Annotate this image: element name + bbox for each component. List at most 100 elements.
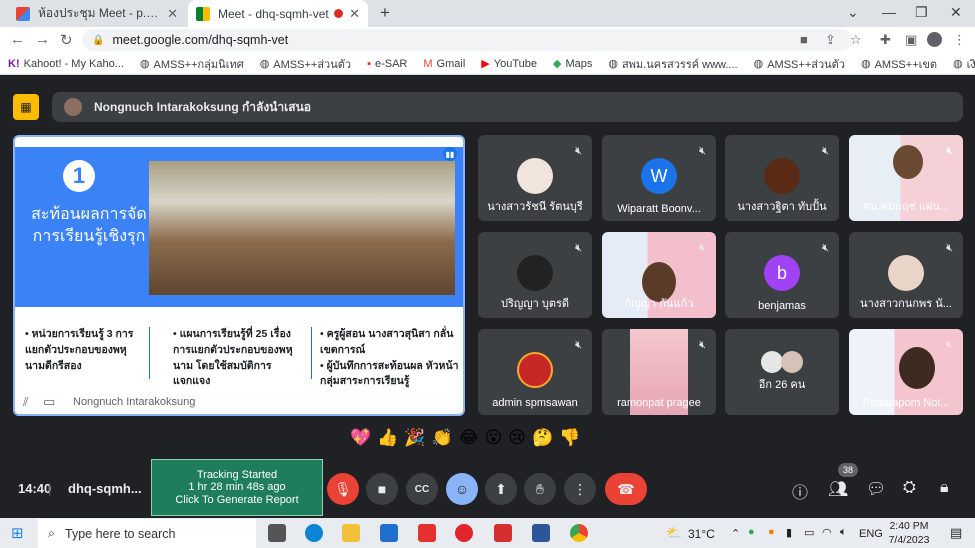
edge-icon[interactable] xyxy=(305,524,323,542)
screen-icon: ▭ xyxy=(43,394,56,409)
close-icon[interactable]: ✕ xyxy=(349,6,360,22)
participant-tile[interactable]: 🔇︎ Pattaraporn Noi... xyxy=(849,329,963,415)
star-icon[interactable]: ☆ xyxy=(850,32,862,48)
stage-name: Nongnuch Intarakoksung xyxy=(73,396,196,408)
back-icon[interactable]: ← xyxy=(10,31,25,48)
extensions-icon[interactable]: ✚ xyxy=(880,32,891,48)
wps-icon[interactable] xyxy=(418,524,436,542)
participant-tile[interactable]: 🔇︎ นางสาวรัชนี รัตนบุรี xyxy=(478,135,592,221)
language-indicator[interactable]: ENG xyxy=(859,528,883,540)
acrobat-icon[interactable] xyxy=(494,524,512,542)
reaction-clap[interactable]: 👏 xyxy=(432,428,453,448)
camera-toggle-button[interactable]: ■ xyxy=(366,473,398,505)
participant-tile[interactable]: 🔇︎ W Wiparatt Boonv... xyxy=(602,135,716,221)
reaction-thinking[interactable]: 🤔 xyxy=(532,428,553,448)
participant-tile[interactable]: 🔇︎ admin spmsawan xyxy=(478,329,592,415)
participant-tile-others[interactable]: อีก 26 คน xyxy=(725,329,839,415)
tab-gmail[interactable]: ห้องประชุม Meet - p.noigor@gmail.c ✕ xyxy=(8,0,186,27)
close-window-icon[interactable]: ✕ xyxy=(950,4,962,21)
participant-tile[interactable]: 🔇︎ นางสาวฐิตา ทับปั้น xyxy=(725,135,839,221)
profile-avatar[interactable] xyxy=(927,32,942,47)
participant-tile[interactable]: 🔇︎ ปริญญา บุตรดี xyxy=(478,232,592,318)
clock[interactable]: 2:40 PM 7/4/2023 xyxy=(884,520,934,547)
bookmark-item[interactable]: ◍ AMSS++เขต xyxy=(861,55,937,73)
mic-toggle-button[interactable]: 🎙︎ xyxy=(327,473,359,505)
participant-tile[interactable]: 🔇︎ ramonpat pragee xyxy=(602,329,716,415)
participant-name: นางสาวรัชนี รัตนบุรี xyxy=(487,201,583,213)
avatar: b xyxy=(764,255,800,291)
notifications-icon[interactable]: ▤ xyxy=(950,525,962,541)
reactions-button[interactable]: ☺ xyxy=(446,473,478,505)
chrome-icon[interactable] xyxy=(570,524,588,542)
tray-chevron-icon[interactable]: ⌃ xyxy=(731,527,740,540)
raise-hand-button[interactable]: ✋︎ xyxy=(524,473,556,505)
bookmark-item[interactable]: ◆ Maps xyxy=(553,57,592,71)
bookmark-item[interactable]: ▪ e-SAR xyxy=(367,58,407,70)
info-icon[interactable]: ⓘ xyxy=(792,479,808,503)
reaction-thumbs-up[interactable]: 👍 xyxy=(377,428,398,448)
minimize-icon[interactable]: — xyxy=(882,4,896,20)
bookmark-item[interactable]: M Gmail xyxy=(423,58,465,70)
close-icon[interactable]: ✕ xyxy=(167,6,178,22)
chevron-down-icon[interactable]: ⌄ xyxy=(847,4,859,21)
participant-tile[interactable]: 🔇︎ ศน.คมกฤช แผ่น... xyxy=(849,135,963,221)
address-bar[interactable]: 🔒 meet.google.com/dhq-sqmh-vet xyxy=(82,29,852,51)
file-explorer-icon[interactable] xyxy=(342,524,360,542)
opera-icon[interactable] xyxy=(455,524,473,542)
reaction-heart[interactable]: 💖 xyxy=(350,428,371,448)
windows-start-icon[interactable]: ⊞ xyxy=(11,524,24,542)
captions-button[interactable]: CC xyxy=(406,473,438,505)
reaction-laugh[interactable]: 😂 xyxy=(459,428,479,448)
taskbar-search[interactable]: ⌕ Type here to search xyxy=(38,519,256,548)
share-icon[interactable]: ⇪ xyxy=(825,32,836,48)
presentation-stage[interactable]: 1 สะท้อนผลการจัด การเรียนรู้เชิงรุก ▮▮ •… xyxy=(13,135,465,416)
emoji-icon: ☺ xyxy=(454,481,470,497)
forward-icon[interactable]: → xyxy=(35,31,50,48)
avatar xyxy=(888,255,924,291)
chat-icon[interactable]: 💬︎ xyxy=(866,479,886,499)
bookmark-item[interactable]: K! Kahoot! - My Kaho... xyxy=(8,58,124,70)
reaction-party[interactable]: 🎉 xyxy=(404,428,425,448)
participant-name: ศน.คมกฤช แผ่น... xyxy=(862,201,950,213)
volume-icon[interactable]: 🔈︎ xyxy=(840,526,847,539)
tray-app-icon[interactable]: ● xyxy=(768,526,775,538)
bookmark-item[interactable]: ▶ YouTube xyxy=(481,57,537,71)
sidepanel-icon[interactable]: ▣ xyxy=(905,32,917,48)
tab-meet[interactable]: Meet - dhq-sqmh-vet ✕ xyxy=(188,0,368,27)
reaction-sad[interactable]: 😢 xyxy=(508,428,526,448)
more-vert-icon: ⋮ xyxy=(573,480,587,497)
bookmark-item[interactable]: ◍ AMSS++ส่วนตัว xyxy=(260,55,351,73)
presenting-icon[interactable]: ▦ xyxy=(13,94,39,120)
new-tab-icon[interactable]: + xyxy=(380,3,390,23)
bookmark-item[interactable]: ◍ สพม.นครสวรรค์ www.... xyxy=(608,55,737,73)
mail-icon[interactable] xyxy=(380,524,398,542)
browser-toolbar: ← → ↻ 🔒 meet.google.com/dhq-sqmh-vet ■ ⇪… xyxy=(0,27,975,53)
classroom-photo xyxy=(149,161,455,295)
bookmark-item[interactable]: ◍ AMSS++กลุ่มนิเทศ xyxy=(140,55,244,73)
reaction-thumbs-down[interactable]: 👎 xyxy=(559,428,580,448)
tracking-report-button[interactable]: Tracking Started 1 hr 28 min 48s ago Cli… xyxy=(151,459,323,516)
bookmark-item[interactable]: ◍เงินเดือน xyxy=(953,55,975,73)
leave-call-button[interactable]: ☎︎ xyxy=(605,473,647,505)
battery-icon[interactable]: ▭ xyxy=(804,526,814,539)
word-icon[interactable] xyxy=(532,524,550,542)
menu-icon[interactable]: ⋮ xyxy=(953,32,966,48)
bookmark-item[interactable]: ◍ AMSS++ส่วนตัว xyxy=(754,55,845,73)
participant-tile[interactable]: 🔇︎ กัญญา กันแก้ว xyxy=(602,232,716,318)
wifi-icon[interactable]: ◠ xyxy=(822,526,832,539)
participant-tile[interactable]: 🔇︎ นางสาวกนกพร นั... xyxy=(849,232,963,318)
tray-app-icon[interactable]: ● xyxy=(748,526,755,538)
more-options-button[interactable]: ⋮ xyxy=(564,473,596,505)
reaction-surprised[interactable]: 😮 xyxy=(485,428,503,448)
usb-icon[interactable]: ▮ xyxy=(786,526,792,539)
participant-tile[interactable]: 🔇︎ b benjamas xyxy=(725,232,839,318)
activities-icon[interactable]: ⛭ xyxy=(903,479,916,497)
host-controls-icon[interactable]: 🔒︎ xyxy=(940,479,949,497)
task-view-icon[interactable] xyxy=(268,524,286,542)
people-icon[interactable]: 👥︎ xyxy=(828,479,848,499)
reload-icon[interactable]: ↻ xyxy=(60,31,73,49)
participant-name: ปริญญา บุตรดี xyxy=(500,298,570,310)
camera-icon[interactable]: ■ xyxy=(800,32,808,47)
present-button[interactable]: ⬆ xyxy=(485,473,517,505)
restore-icon[interactable]: ❐ xyxy=(915,4,928,21)
